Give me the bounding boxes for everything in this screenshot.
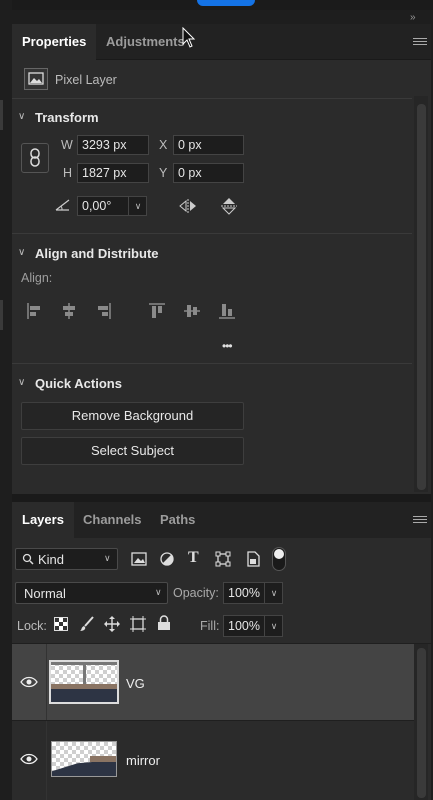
layer-name-mirror[interactable]: mirror [126,753,160,768]
tab-properties[interactable]: Properties [12,24,97,60]
align-left-icon[interactable] [26,302,44,320]
link-dimensions-button[interactable] [21,143,49,173]
more-options-icon[interactable]: ••• [222,339,233,353]
height-label: H [63,166,73,180]
opacity-label: Opacity: [173,586,219,600]
angle-icon [55,199,70,211]
align-chevron-icon[interactable]: ∨ [18,247,25,258]
y-label: Y [159,166,168,180]
left-gutter-handle [0,100,3,130]
layer-thumbnail-image [52,742,116,776]
transform-chevron-icon[interactable]: ∨ [18,111,25,122]
align-bottom-icon[interactable] [218,302,236,320]
flip-vertical-icon[interactable] [219,196,239,216]
layer-kind-label: Pixel Layer [55,73,117,87]
width-field[interactable]: 3293 px [77,135,149,155]
search-icon [22,553,34,565]
fill-label: Fill: [200,619,220,633]
blend-mode-value: Normal [24,586,66,601]
panel-separator[interactable] [12,494,431,502]
properties-menu-icon[interactable] [413,38,427,48]
filter-kind-select[interactable]: Kind ∨ [15,548,118,570]
tab-channels[interactable]: Channels [73,502,152,538]
layer-name-vg[interactable]: VG [126,676,145,691]
properties-scrollbar-thumb[interactable] [417,104,426,490]
align-label: Align: [21,271,53,285]
flip-horizontal-icon[interactable] [178,197,200,215]
eye-visibility-icon[interactable] [20,676,38,688]
divider [12,98,412,99]
align-vertical-center-icon[interactable] [183,302,201,320]
mouse-cursor-icon [182,27,196,48]
lock-label: Lock: [17,619,47,633]
chevron-down-icon: ∨ [104,553,111,563]
pixel-layer-icon [24,68,48,90]
divider [46,721,47,800]
quick-actions-title[interactable]: Quick Actions [35,376,122,391]
lock-artboard-icon[interactable] [130,616,146,632]
lock-all-icon[interactable] [157,615,171,631]
width-label: W [61,138,73,152]
divider [12,363,412,364]
lock-transparent-pixels-icon[interactable] [54,617,68,631]
filter-toggle-knob [274,549,284,559]
align-horizontal-center-icon[interactable] [60,302,78,320]
left-gutter-handle [0,300,3,330]
filter-kind-label: Kind [38,552,65,567]
align-right-icon[interactable] [94,302,112,320]
filter-toggle[interactable] [272,547,286,571]
chevron-down-icon: ∨ [155,587,162,597]
y-field[interactable]: 0 px [173,163,244,183]
chain-link-icon [30,148,40,167]
transform-title[interactable]: Transform [35,110,99,125]
divider [12,720,414,721]
filter-adjustment-icon[interactable] [159,551,175,567]
x-label: X [159,138,168,152]
divider [12,233,412,234]
layer-thumbnail-image [51,662,117,702]
height-field[interactable]: 1827 px [77,163,149,183]
filter-type-icon[interactable]: T [188,549,199,567]
divider [46,644,47,720]
align-top-icon[interactable] [148,302,166,320]
x-field[interactable]: 0 px [173,135,244,155]
filter-smart-object-icon[interactable] [245,550,261,568]
layer-thumbnail-mirror[interactable] [51,741,117,777]
eye-visibility-icon[interactable] [20,753,38,765]
fill-chevron-icon[interactable]: ∨ [264,615,283,637]
lock-position-move-icon[interactable] [104,616,120,632]
select-subject-button[interactable]: Select Subject [21,437,244,465]
quick-actions-chevron-icon[interactable]: ∨ [18,377,25,388]
layers-menu-icon[interactable] [413,516,427,526]
remove-background-button[interactable]: Remove Background [21,402,244,430]
layer-thumbnail-vg[interactable] [49,660,119,704]
app-top-button[interactable] [197,0,255,6]
tab-paths[interactable]: Paths [150,502,205,538]
filter-pixel-icon[interactable] [131,551,147,567]
align-title[interactable]: Align and Distribute [35,246,159,261]
tab-layers[interactable]: Layers [12,502,74,538]
blend-mode-select[interactable]: Normal ∨ [15,582,168,604]
lock-image-pixels-brush-icon[interactable] [79,616,95,632]
layers-scrollbar-thumb[interactable] [417,648,426,798]
opacity-chevron-icon[interactable]: ∨ [264,582,283,604]
tab-adjustments[interactable]: Adjustments [96,24,195,60]
filter-shape-icon[interactable] [215,551,231,567]
angle-dropdown-chevron-icon[interactable]: ∨ [128,196,147,216]
